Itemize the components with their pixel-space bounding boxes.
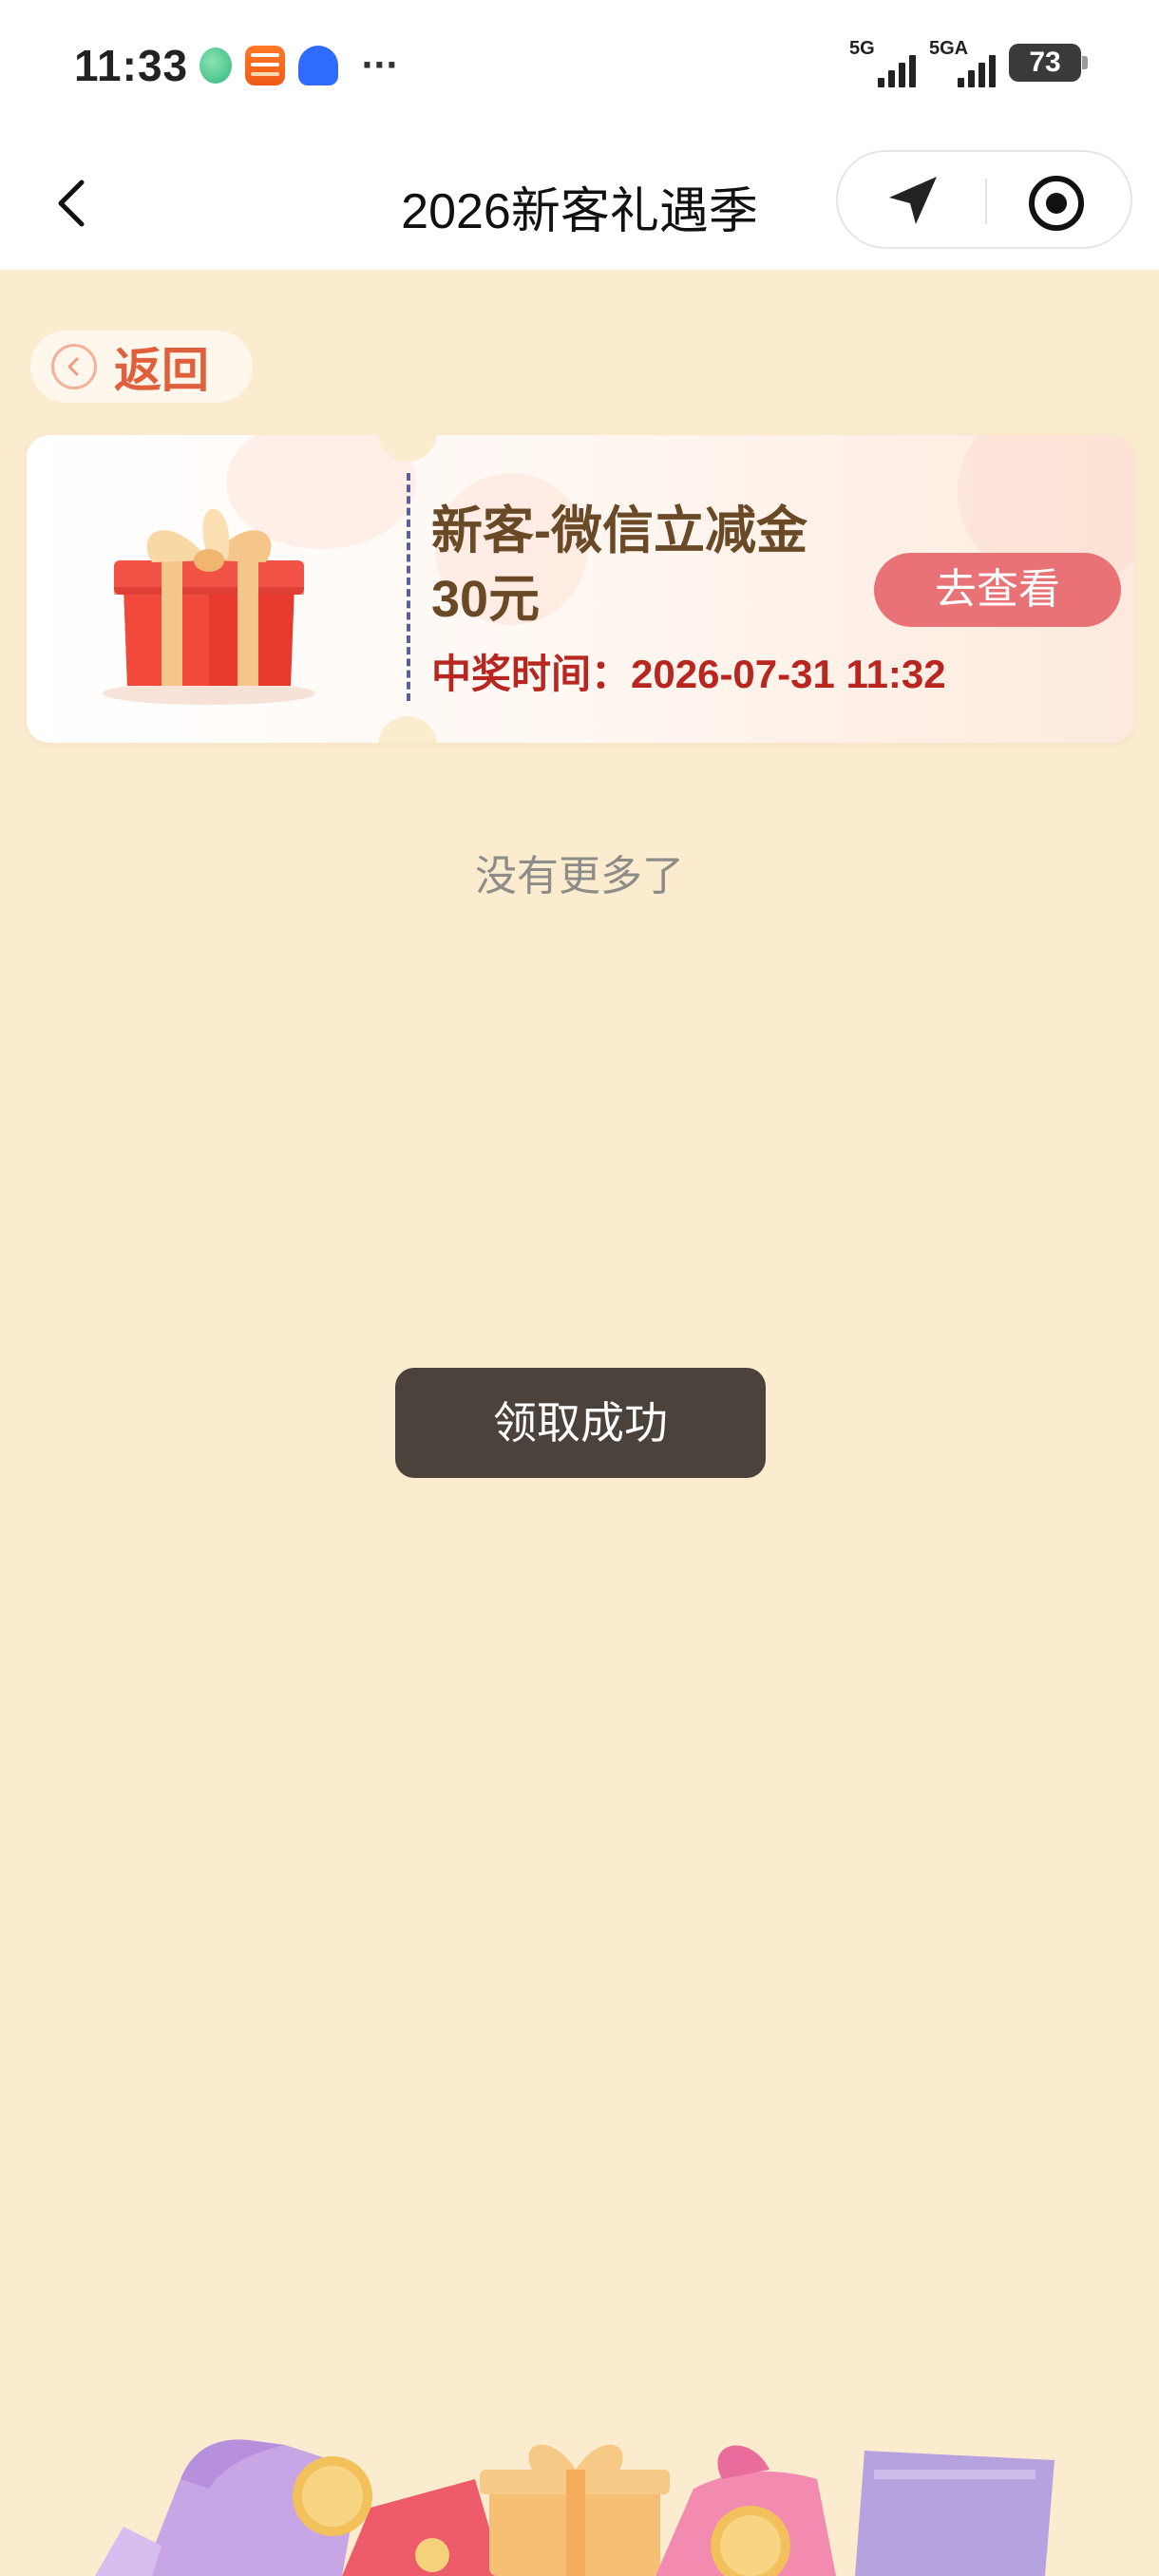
leaf-app-icon [200,47,232,84]
close-miniprogram-button[interactable] [1026,173,1087,234]
card-scallop-edge [27,454,40,729]
page: 11:33 ··· 5G 5GA 73 2026新客礼遇季 返回 新客-微信立减… [0,0,1159,2576]
location-button[interactable] [880,171,946,232]
card-notch [378,716,437,743]
prize-card: 新客-微信立减金 30元 中奖时间：2026-07-31 11:32 去查看 [27,435,1134,743]
signal-5g-icon: 5G [849,38,916,87]
location-arrow-icon [889,177,937,224]
back-button[interactable]: 返回 [30,331,253,403]
battery-level: 73 [1029,47,1061,78]
nav-bar: 2026新客礼遇季 [0,133,1159,270]
miniprogram-capsule [836,150,1132,249]
status-indicators: 5G 5GA 73 [849,38,1088,87]
baidu-app-icon [298,46,338,85]
gift-box-icon [103,508,315,705]
status-app-icons: ··· [200,46,398,85]
capsule-divider [985,179,987,224]
prize-time: 中奖时间：2026-07-31 11:32 [431,642,946,700]
list-end-text: 没有更多了 [475,853,684,900]
signal-5ga-icon: 5GA [929,38,996,87]
status-bar: 11:33 ··· 5G 5GA 73 [0,0,1159,133]
battery-icon: 73 [1009,44,1088,82]
more-notifications-icon: ··· [361,47,398,85]
prize-name: 新客-微信立减金 [431,502,808,559]
status-time: 11:33 [74,41,189,90]
prize-time-value: 2026-07-31 11:32 [631,652,946,696]
taobao-app-icon [245,46,285,85]
back-circle-icon [51,344,97,389]
back-button-label: 返回 [114,344,209,397]
card-dashed-divider [407,473,410,701]
bottom-decoration-image [95,2439,1054,2576]
prize-amount: 30元 [431,571,541,628]
success-toast: 领取成功 [395,1368,766,1478]
signal-5g-label: 5G [849,38,875,59]
view-prize-button[interactable]: 去查看 [874,553,1121,627]
target-icon [1029,176,1084,231]
prize-time-label: 中奖时间： [431,652,632,696]
